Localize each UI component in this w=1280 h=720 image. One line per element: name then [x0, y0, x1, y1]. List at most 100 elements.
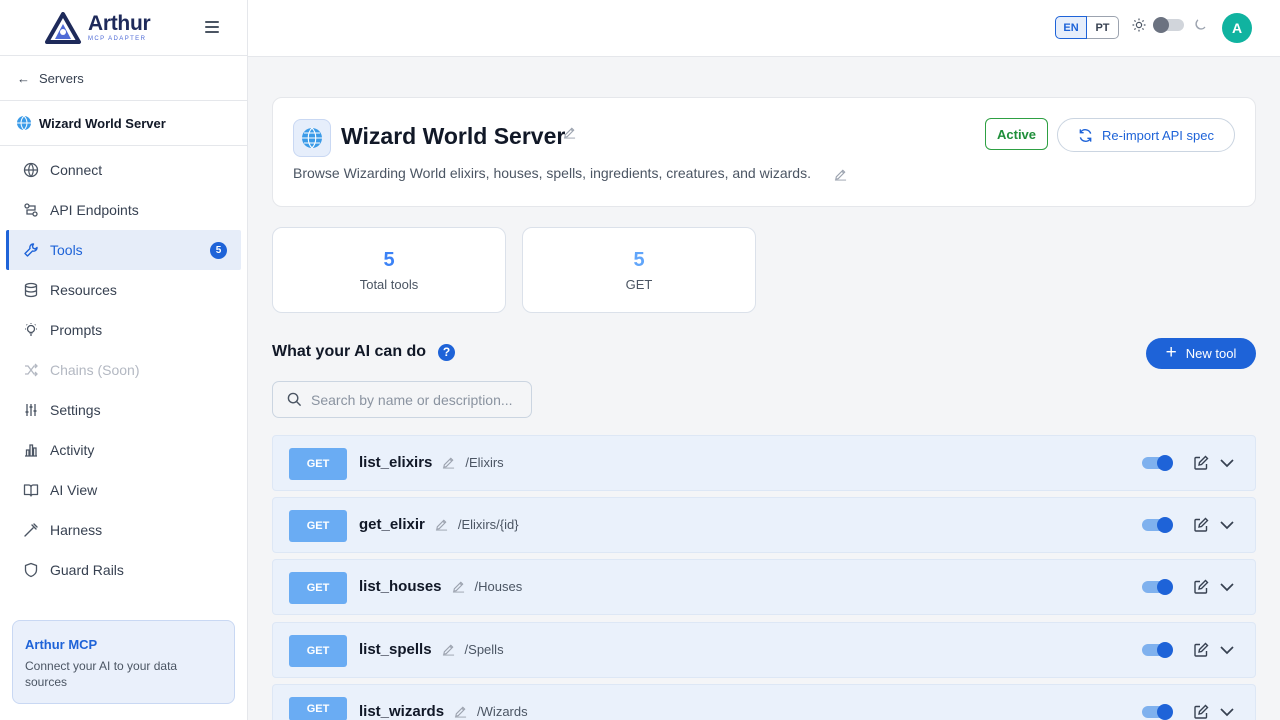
- stat-total-tools: 5 Total tools: [272, 227, 506, 313]
- server-title: Wizard World Server: [341, 123, 566, 149]
- section-title-text: What your AI can do: [272, 343, 427, 360]
- database-icon: [22, 281, 40, 299]
- bar-chart-icon: [22, 441, 40, 459]
- tool-name: list_houses: [359, 578, 442, 595]
- status-badge: Active: [985, 118, 1049, 150]
- endpoints-icon: [22, 201, 40, 219]
- lang-pt-button[interactable]: PT: [1087, 16, 1119, 39]
- theme-toggle[interactable]: [1153, 17, 1184, 33]
- back-link-label: Servers: [39, 70, 84, 86]
- arrow-left-icon: ←: [17, 70, 30, 86]
- method-badge: GET: [289, 448, 347, 480]
- search-input[interactable]: [311, 391, 526, 408]
- chevron-down-icon[interactable]: [1219, 579, 1235, 595]
- edit-icon[interactable]: [1193, 455, 1209, 471]
- tool-enabled-toggle[interactable]: [1142, 704, 1173, 720]
- sidebar-item-connect[interactable]: Connect: [6, 150, 241, 190]
- tool-name: list_elixirs: [359, 454, 433, 471]
- brand-subtitle: MCP ADAPTER: [88, 36, 147, 42]
- sidebar-item-api-endpoints[interactable]: API Endpoints: [6, 190, 241, 230]
- sidebar-item-label: Chains (Soon): [50, 362, 140, 378]
- edit-icon[interactable]: [1193, 517, 1209, 533]
- server-globe-icon: [293, 119, 331, 157]
- method-badge: GET: [289, 635, 347, 667]
- menu-toggle-icon[interactable]: [205, 21, 219, 33]
- tool-row[interactable]: GET list_elixirs /Elixirs: [272, 435, 1256, 491]
- stat-label: GET: [625, 276, 653, 292]
- edit-name-icon[interactable]: [435, 518, 448, 531]
- shield-icon: [22, 561, 40, 579]
- edit-icon[interactable]: [1193, 704, 1209, 720]
- tool-enabled-toggle[interactable]: [1142, 579, 1173, 595]
- tool-row[interactable]: GET list_houses /Houses: [272, 559, 1256, 615]
- sun-icon: [1132, 18, 1146, 32]
- chevron-down-icon[interactable]: [1219, 704, 1235, 720]
- moon-icon: [1195, 19, 1206, 30]
- sidebar-item-label: Tools: [50, 242, 83, 258]
- sidebar-item-label: Harness: [50, 522, 103, 538]
- sidebar-item-guard-rails[interactable]: Guard Rails: [6, 550, 241, 590]
- stat-get: 5 GET: [522, 227, 756, 313]
- book-icon: [22, 481, 40, 499]
- edit-icon[interactable]: [1193, 642, 1209, 658]
- sidebar-item-prompts[interactable]: Prompts: [6, 310, 241, 350]
- sidebar-item-label: Guard Rails: [50, 562, 124, 578]
- harness-icon: [22, 521, 40, 539]
- current-server: Wizard World Server: [0, 101, 247, 146]
- help-icon[interactable]: ?: [438, 343, 456, 361]
- topbar: EN PT A: [248, 0, 1280, 57]
- sidebar-item-label: Prompts: [50, 322, 103, 338]
- tool-enabled-toggle[interactable]: [1142, 455, 1173, 471]
- language-switcher: EN PT: [1055, 16, 1119, 39]
- method-badge: GET: [289, 572, 347, 604]
- sidebar-item-chains: Chains (Soon): [6, 350, 241, 390]
- edit-name-icon[interactable]: [442, 456, 455, 469]
- tool-path: /Spells: [464, 642, 504, 657]
- new-tool-label: New tool: [1185, 346, 1237, 361]
- stat-value: 5: [383, 248, 395, 271]
- sidebar-item-label: AI View: [50, 482, 98, 498]
- sidebar-item-tools[interactable]: Tools 5: [6, 230, 241, 270]
- chevron-down-icon[interactable]: [1219, 455, 1235, 471]
- sidebar-item-label: Connect: [50, 162, 103, 178]
- sidebar-item-activity[interactable]: Activity: [6, 430, 241, 470]
- tool-row[interactable]: GET list_spells /Spells: [272, 622, 1256, 678]
- tool-enabled-toggle[interactable]: [1142, 517, 1173, 533]
- edit-name-icon[interactable]: [454, 705, 467, 718]
- tool-enabled-toggle[interactable]: [1142, 642, 1173, 658]
- tool-search: [272, 381, 532, 418]
- promo-text: Connect your AI to your data sources: [25, 659, 178, 689]
- theme-switcher: [1132, 17, 1207, 33]
- current-server-name: Wizard World Server: [39, 115, 166, 131]
- tools-count-badge: 5: [210, 242, 227, 259]
- edit-name-icon[interactable]: [452, 580, 465, 593]
- sidebar-item-ai-view[interactable]: AI View: [6, 470, 241, 510]
- chevron-down-icon[interactable]: [1219, 642, 1235, 658]
- sidebar-item-label: Settings: [50, 402, 101, 418]
- server-description: Browse Wizarding World elixirs, houses, …: [293, 165, 811, 181]
- sidebar-item-settings[interactable]: Settings: [6, 390, 241, 430]
- shuffle-icon: [22, 361, 40, 379]
- chevron-down-icon[interactable]: [1219, 517, 1235, 533]
- promo-title: Arthur MCP: [25, 637, 98, 652]
- sidebar-item-label: Resources: [50, 282, 117, 298]
- reimport-api-spec-button[interactable]: Re-import API spec: [1057, 118, 1235, 152]
- edit-name-icon[interactable]: [442, 643, 455, 656]
- brand: Arthur MCP ADAPTER: [0, 0, 247, 56]
- globe-icon: [17, 115, 31, 131]
- back-to-servers-link[interactable]: ← Servers: [0, 56, 247, 101]
- edit-icon[interactable]: [1193, 579, 1209, 595]
- edit-description-icon[interactable]: [834, 168, 847, 181]
- tools-section-title: What your AI can do ?: [272, 343, 456, 361]
- tool-row[interactable]: GET list_wizards /Wizards: [272, 684, 1256, 720]
- stat-label: Total tools: [359, 276, 419, 292]
- sidebar-item-harness[interactable]: Harness: [6, 510, 241, 550]
- sidebar-item-resources[interactable]: Resources: [6, 270, 241, 310]
- new-tool-button[interactable]: + New tool: [1146, 338, 1256, 369]
- lang-en-button[interactable]: EN: [1055, 16, 1087, 39]
- user-avatar[interactable]: A: [1222, 13, 1252, 43]
- edit-title-icon[interactable]: [563, 126, 576, 139]
- sidebar-item-label: Activity: [50, 442, 95, 458]
- server-header-card: Wizard World Server Browse Wizarding Wor…: [272, 97, 1256, 207]
- tool-row[interactable]: GET get_elixir /Elixirs/{id}: [272, 497, 1256, 553]
